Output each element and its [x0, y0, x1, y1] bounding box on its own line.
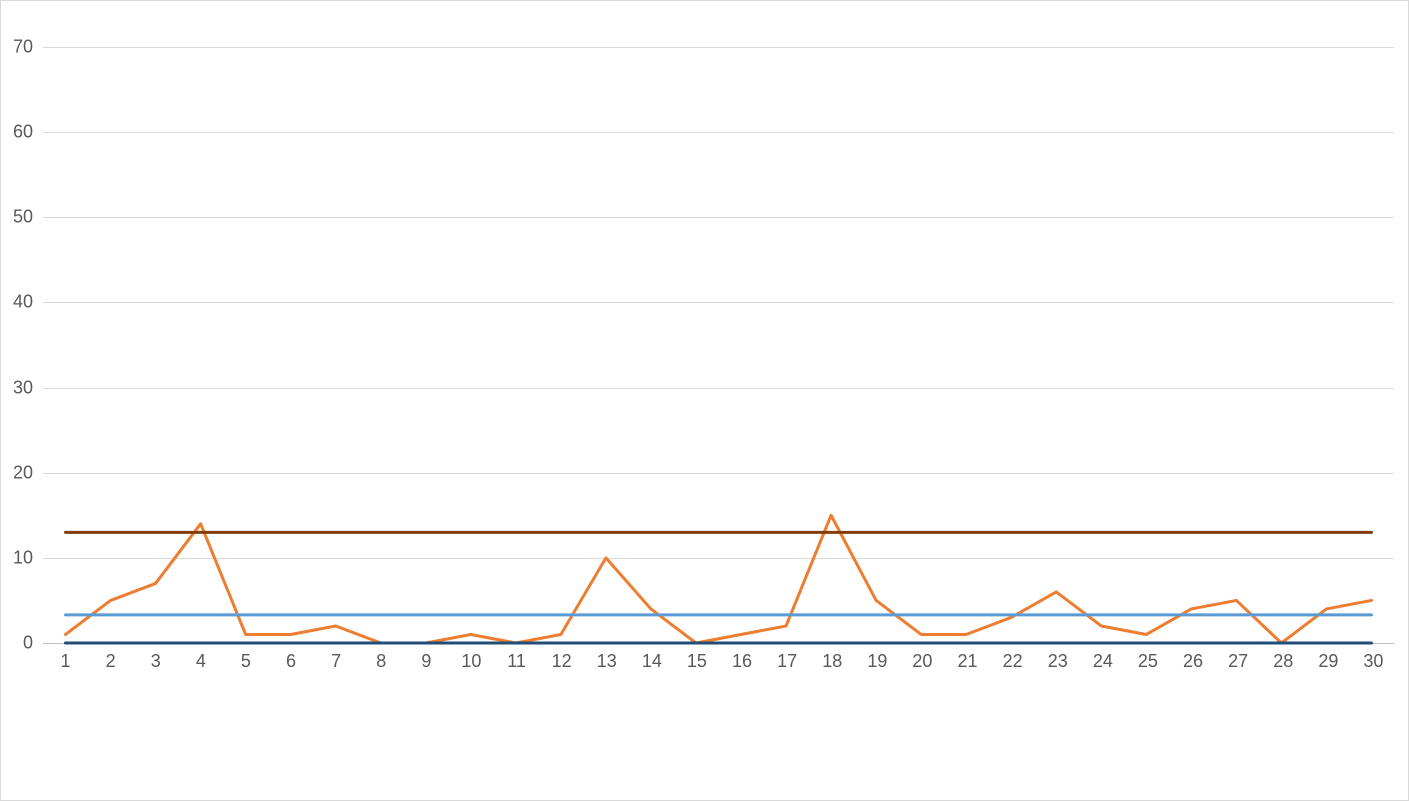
x-tick-label: 8	[376, 643, 386, 672]
y-tick-label: 60	[13, 122, 43, 143]
x-tick-label: 9	[421, 643, 431, 672]
x-tick-label: 13	[597, 643, 617, 672]
y-tick-label: 30	[13, 377, 43, 398]
y-tick-label: 50	[13, 207, 43, 228]
x-tick-label: 5	[241, 643, 251, 672]
x-tick-label: 23	[1048, 643, 1068, 672]
x-tick-label: 20	[912, 643, 932, 672]
series-data	[66, 515, 1372, 643]
x-tick-label: 1	[61, 643, 71, 672]
x-tick-label: 18	[822, 643, 842, 672]
x-tick-label: 7	[331, 643, 341, 672]
y-tick-label: 10	[13, 547, 43, 568]
x-tick-label: 25	[1138, 643, 1158, 672]
x-tick-label: 17	[777, 643, 797, 672]
x-tick-label: 30	[1363, 643, 1383, 672]
x-tick-label: 19	[867, 643, 887, 672]
y-tick-label: 70	[13, 37, 43, 58]
y-tick-label: 20	[13, 462, 43, 483]
x-tick-label: 4	[196, 643, 206, 672]
y-tick-label: 40	[13, 292, 43, 313]
x-tick-label: 10	[461, 643, 481, 672]
x-tick-label: 3	[151, 643, 161, 672]
x-tick-label: 11	[507, 643, 526, 672]
chart-lines	[43, 13, 1394, 643]
x-tick-label: 27	[1228, 643, 1248, 672]
x-tick-label: 21	[958, 643, 978, 672]
x-tick-label: 16	[732, 643, 752, 672]
x-tick-label: 12	[552, 643, 572, 672]
x-tick-label: 14	[642, 643, 662, 672]
x-tick-label: 24	[1093, 643, 1113, 672]
x-tick-label: 22	[1003, 643, 1023, 672]
chart-frame: 0102030405060701234567891011121314151617…	[0, 0, 1409, 801]
x-tick-label: 28	[1273, 643, 1293, 672]
y-tick-label: 0	[23, 633, 43, 654]
x-tick-label: 29	[1318, 643, 1338, 672]
x-tick-label: 15	[687, 643, 707, 672]
x-tick-label: 2	[106, 643, 116, 672]
x-tick-label: 6	[286, 643, 296, 672]
x-tick-label: 26	[1183, 643, 1203, 672]
plot-area: 0102030405060701234567891011121314151617…	[43, 13, 1394, 643]
